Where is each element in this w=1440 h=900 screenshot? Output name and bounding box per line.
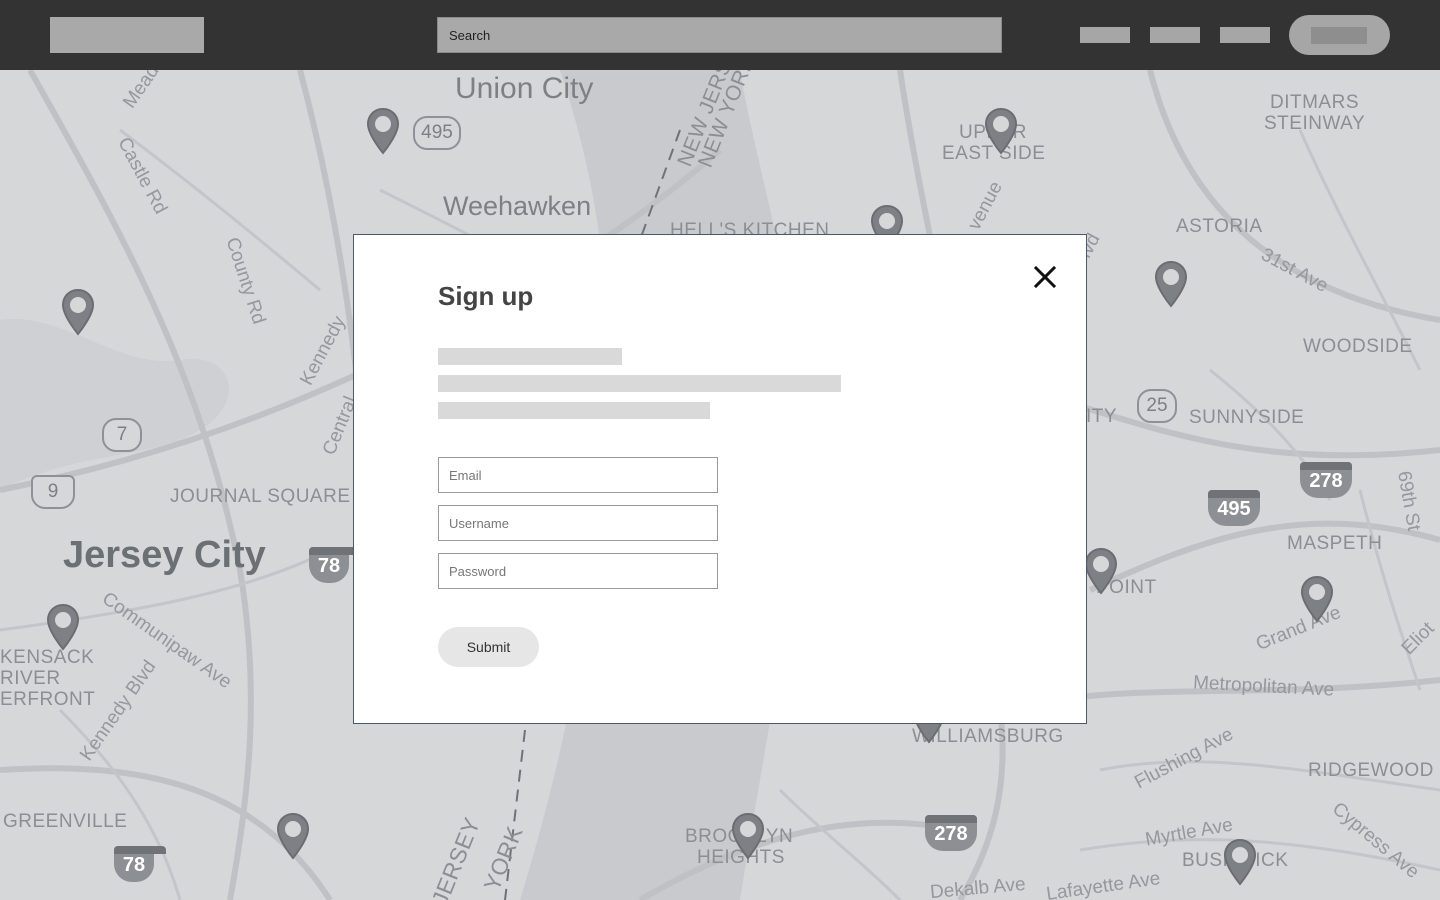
nav-action-button-label-placeholder (1311, 27, 1367, 44)
close-icon[interactable] (1031, 263, 1059, 291)
map-pin-icon[interactable] (1223, 838, 1257, 886)
map-label-ity: ITY (1086, 406, 1118, 427)
map-pin-icon[interactable] (276, 812, 310, 860)
map-label-erfront: ERFRONT (0, 689, 96, 710)
map-pin-icon[interactable] (366, 107, 400, 155)
map-label-journal-square: JOURNAL SQUARE (170, 486, 351, 507)
map-label-union-city: Union City (455, 72, 594, 105)
submit-button[interactable]: Submit (438, 627, 539, 667)
signup-modal: Sign up Submit (353, 234, 1087, 724)
text-placeholder-line-1 (438, 348, 622, 365)
nav-link-1[interactable] (1080, 27, 1130, 43)
logo-placeholder[interactable] (50, 17, 204, 53)
map-label-sunnyside: SUNNYSIDE (1189, 407, 1305, 428)
map-label-steinway: STEINWAY (1264, 113, 1366, 134)
route-shield-495: 495 (413, 116, 461, 150)
map-pin-icon[interactable] (1300, 575, 1334, 623)
map-label-maspeth: MASPETH (1287, 533, 1383, 554)
interstate-shield-278-a: 278 (1300, 462, 1352, 498)
map-pin-icon[interactable] (61, 288, 95, 336)
map-pin-icon[interactable] (731, 812, 765, 860)
map-label-ditmars: DITMARS (1270, 92, 1359, 113)
text-placeholder-line-3 (438, 402, 710, 419)
modal-title: Sign up (438, 281, 534, 311)
route-shield-9: 9 (31, 475, 75, 509)
map-label-weehawken: Weehawken (443, 191, 592, 221)
route-shield-25: 25 (1137, 389, 1177, 423)
map-label-ridgewood: RIDGEWOOD (1308, 760, 1434, 781)
top-navigation-bar (0, 0, 1440, 70)
nav-link-3[interactable] (1220, 27, 1270, 43)
email-field[interactable] (438, 457, 718, 493)
map-label-river: RIVER (0, 668, 61, 689)
password-field[interactable] (438, 553, 718, 589)
route-shield-7: 7 (102, 418, 142, 452)
map-pin-icon[interactable] (1154, 260, 1188, 308)
map-label-jersey-city: Jersey City (63, 534, 266, 576)
search-input[interactable] (437, 17, 1002, 53)
interstate-shield-78-a: 78 (309, 547, 361, 583)
map-label-astoria: ASTORIA (1176, 216, 1263, 237)
username-field[interactable] (438, 505, 718, 541)
map-pin-icon[interactable] (46, 603, 80, 651)
map-pin-icon[interactable] (1084, 547, 1118, 595)
interstate-shield-495: 495 (1208, 490, 1260, 526)
map-label-greenville: GREENVILLE (3, 811, 128, 832)
map-label-woodside: WOODSIDE (1303, 336, 1413, 357)
nav-link-2[interactable] (1150, 27, 1200, 43)
interstate-shield-78-b: 78 (114, 846, 166, 882)
map-pin-icon[interactable] (984, 107, 1018, 155)
text-placeholder-line-2 (438, 375, 841, 392)
nav-action-button[interactable] (1289, 15, 1390, 55)
interstate-shield-278-b: 278 (925, 815, 977, 851)
